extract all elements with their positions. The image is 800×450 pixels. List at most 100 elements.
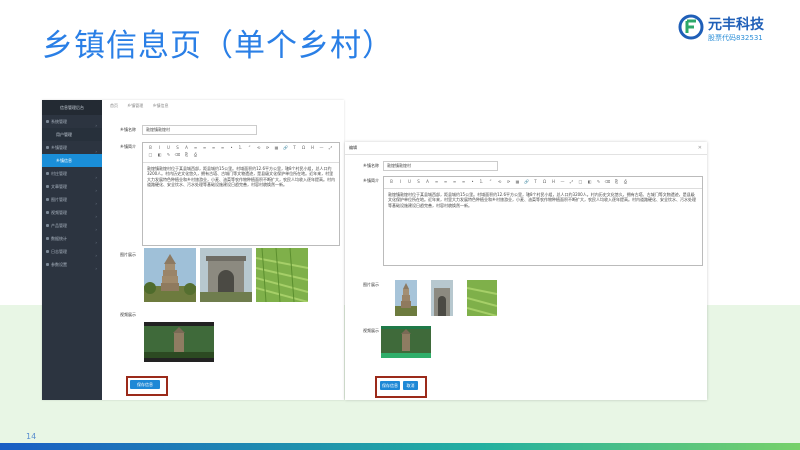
name-input[interactable]: 敦煌镇敦煌村: [142, 125, 257, 135]
image-pagoda[interactable]: [144, 248, 196, 302]
sidebar: 信息管理后台 › 系统管理 用户管理 › 乡镇管理 乡镇信息 › 村庄管理 › 文章管理 › 图片管理…: [42, 100, 102, 400]
toolbar-button-icon[interactable]: ⟳: [263, 145, 272, 152]
toolbar-button-icon[interactable]: A: [182, 145, 191, 152]
toolbar-button-icon[interactable]: 🔗: [522, 179, 531, 186]
intro-text[interactable]: 敦煌镇敦煌村位于某县城西部，距县城约15公里。村域面积约12.6平方公里，辖8个…: [384, 189, 702, 211]
save-button[interactable]: 保存信息: [130, 380, 160, 389]
sidebar-item[interactable]: › 系统管理: [42, 115, 102, 128]
sidebar-item[interactable]: › 村庄管理: [42, 167, 102, 180]
image-wheat-field[interactable]: [467, 280, 497, 316]
toolbar-button-icon[interactable]: Ω: [299, 145, 308, 152]
toolbar-button-icon[interactable]: 1.: [477, 179, 486, 186]
toolbar-button-icon[interactable]: Ω: [540, 179, 549, 186]
sidebar-item[interactable]: › 乡镇管理: [42, 141, 102, 154]
toolbar-button-icon[interactable]: —: [558, 179, 567, 186]
toolbar-button-icon[interactable]: “: [486, 179, 495, 186]
intro-rich-editor[interactable]: B I U S A ≡ ≡ ≡ ≡ • 1. “⟲ ⟳ ▦ 🔗 T Ω H — ⤢ □ ◧ ✎ ⌫ ⎘ ⎙ 敦煌镇敦煌村位于某县城…: [142, 142, 340, 246]
toolbar-button-icon[interactable]: ▦: [513, 179, 522, 186]
toolbar-button-icon[interactable]: T: [290, 145, 299, 152]
toolbar-button-icon[interactable]: U: [405, 179, 414, 186]
toolbar-button-icon[interactable]: •: [227, 145, 236, 152]
toolbar-button-icon[interactable]: ≡: [209, 145, 218, 152]
toolbar-button-icon[interactable]: ≡: [432, 179, 441, 186]
sidebar-item[interactable]: › 数据统计: [42, 232, 102, 245]
breadcrumb-item[interactable]: 首页: [110, 103, 118, 108]
toolbar-button-icon[interactable]: ⎙: [621, 179, 630, 186]
image-wheat-field[interactable]: [256, 248, 308, 302]
intro-text[interactable]: 敦煌镇敦煌村位于某县城西部，距县城约15公里。村域面积约12.6平方公里，辖8个…: [143, 163, 339, 191]
cancel-button[interactable]: 取消: [403, 381, 418, 390]
toolbar-button-icon[interactable]: I: [396, 179, 405, 186]
bottom-accent-bar: [0, 443, 800, 450]
toolbar-button-icon[interactable]: 🔗: [281, 145, 290, 152]
toolbar-button-icon[interactable]: 1.: [236, 145, 245, 152]
toolbar-button-icon[interactable]: ⎘: [182, 152, 191, 159]
toolbar-button-icon[interactable]: ⟳: [504, 179, 513, 186]
intro-rich-editor[interactable]: B I U S A ≡ ≡ ≡ ≡ • 1. “⟲ ⟳ ▦ 🔗 T Ω H — ⤢ □ ◧ ✎ ⌫ ⎘ ⎙ 敦煌镇敦煌村位于某县城…: [383, 176, 703, 266]
sidebar-item-label: 文章管理: [51, 184, 67, 189]
toolbar-button-icon[interactable]: ⎘: [612, 179, 621, 186]
page-number: 14: [26, 432, 37, 441]
toolbar-button-icon[interactable]: ⌫: [173, 152, 182, 159]
sidebar-item[interactable]: 用户管理: [42, 128, 102, 141]
toolbar-button-icon[interactable]: H: [549, 179, 558, 186]
toolbar-button-icon[interactable]: ⤢: [326, 145, 335, 152]
toolbar-button-icon[interactable]: □: [146, 152, 155, 159]
breadcrumb-item[interactable]: 乡镇管理: [127, 103, 143, 108]
close-icon[interactable]: ✕: [698, 142, 702, 154]
save-button[interactable]: 保存信息: [380, 381, 400, 390]
brand-stock-code: 股票代码832531: [708, 34, 763, 42]
image-city-gate[interactable]: [431, 280, 453, 316]
toolbar-button-icon[interactable]: ⟲: [254, 145, 263, 152]
toolbar-button-icon[interactable]: S: [173, 145, 182, 152]
toolbar-button-icon[interactable]: B: [387, 179, 396, 186]
toolbar-button-icon[interactable]: ⤢: [567, 179, 576, 186]
menu-icon: [46, 120, 49, 123]
toolbar-button-icon[interactable]: ≡: [218, 145, 227, 152]
toolbar-button-icon[interactable]: ▦: [272, 145, 281, 152]
toolbar-button-icon[interactable]: ✎: [594, 179, 603, 186]
toolbar-button-icon[interactable]: ◧: [585, 179, 594, 186]
toolbar-button-icon[interactable]: S: [414, 179, 423, 186]
brand-name: 元丰科技: [708, 17, 764, 33]
video-thumbnail[interactable]: [144, 322, 214, 362]
toolbar-button-icon[interactable]: ⟲: [495, 179, 504, 186]
toolbar-button-icon[interactable]: U: [164, 145, 173, 152]
video-label: 视频展示: [363, 328, 379, 333]
toolbar-button-icon[interactable]: ≡: [450, 179, 459, 186]
toolbar-button-icon[interactable]: H: [308, 145, 317, 152]
toolbar-button-icon[interactable]: I: [155, 145, 164, 152]
sidebar-item[interactable]: › 日志管理: [42, 245, 102, 258]
name-input[interactable]: 敦煌镇敦煌村: [383, 161, 498, 171]
sidebar-item[interactable]: › 参数设置: [42, 258, 102, 271]
intro-label: 乡镇简介: [363, 178, 379, 183]
image-pagoda[interactable]: [395, 280, 417, 316]
sidebar-item[interactable]: › 图片管理: [42, 193, 102, 206]
toolbar-button-icon[interactable]: ≡: [200, 145, 209, 152]
intro-label: 乡镇简介: [120, 144, 136, 149]
toolbar-button-icon[interactable]: •: [468, 179, 477, 186]
sidebar-item[interactable]: › 视频管理: [42, 206, 102, 219]
toolbar-button-icon[interactable]: ⌫: [603, 179, 612, 186]
edit-dialog-screenshot: 编辑 ✕ 乡镇名称 敦煌镇敦煌村 乡镇简介 B I U S A ≡ ≡ ≡ ≡ • 1. “⟲ ⟳ ▦ 🔗 T…: [345, 142, 707, 400]
toolbar-button-icon[interactable]: ≡: [441, 179, 450, 186]
sidebar-item[interactable]: › 文章管理: [42, 180, 102, 193]
toolbar-button-icon[interactable]: B: [146, 145, 155, 152]
video-thumbnail[interactable]: [381, 326, 431, 358]
toolbar-button-icon[interactable]: —: [317, 145, 326, 152]
brand-logo-icon: [678, 14, 704, 40]
sidebar-item[interactable]: 乡镇信息: [42, 154, 102, 167]
toolbar-button-icon[interactable]: A: [423, 179, 432, 186]
toolbar-button-icon[interactable]: “: [245, 145, 254, 152]
image-city-gate[interactable]: [200, 248, 252, 302]
toolbar-button-icon[interactable]: ≡: [459, 179, 468, 186]
toolbar-button-icon[interactable]: ◧: [155, 152, 164, 159]
toolbar-button-icon[interactable]: T: [531, 179, 540, 186]
toolbar-button-icon[interactable]: ⎙: [191, 152, 200, 159]
toolbar-button-icon[interactable]: □: [576, 179, 585, 186]
chevron-icon: ›: [95, 266, 97, 271]
sidebar-item[interactable]: › 产品管理: [42, 219, 102, 232]
toolbar-button-icon[interactable]: ≡: [191, 145, 200, 152]
toolbar-button-icon[interactable]: ✎: [164, 152, 173, 159]
menu-icon: [46, 237, 49, 240]
